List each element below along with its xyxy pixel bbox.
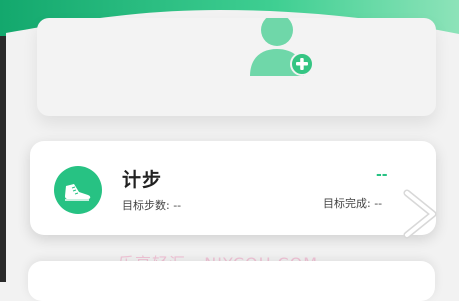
left-edge	[0, 0, 6, 282]
next-card[interactable]	[28, 261, 435, 301]
sneaker-icon	[54, 166, 102, 214]
step-counter-card[interactable]: 计步 目标步数: -- -- 目标完成: --	[30, 141, 437, 239]
step-title: 计步	[122, 169, 163, 191]
add-user-icon[interactable]	[247, 18, 317, 78]
profile-card[interactable]	[37, 18, 436, 116]
chevron-right-icon[interactable]	[399, 189, 439, 239]
step-value: --	[376, 167, 388, 183]
target-complete: 目标完成: --	[323, 197, 383, 210]
target-steps: 目标步数: --	[122, 199, 182, 212]
